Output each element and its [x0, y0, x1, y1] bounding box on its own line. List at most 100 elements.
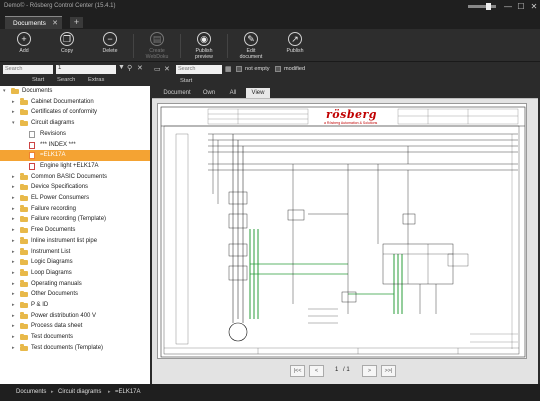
previous-page-button[interactable]: <	[309, 365, 324, 377]
tree-item[interactable]: ▸ Other Documents	[0, 289, 150, 300]
document-tab-strip: Documents ✕ +	[0, 14, 540, 29]
expand-icon[interactable]: ▸	[12, 172, 18, 183]
pin-icon[interactable]: ⚲	[127, 64, 132, 72]
breadcrumb-elk17a[interactable]: =ELK17A	[115, 389, 141, 395]
current-page[interactable]: 1	[335, 367, 338, 373]
tree-item[interactable]: ▸ Test documents	[0, 332, 150, 343]
tree-item[interactable]: ▸ Inline instrument list pipe	[0, 236, 150, 247]
tree-item[interactable]: ▸ Free Documents	[0, 225, 150, 236]
viewer-menu-icon[interactable]: ▭	[154, 65, 161, 73]
expand-icon[interactable]: ▸	[12, 257, 18, 268]
zoom-slider-knob[interactable]	[486, 3, 491, 10]
zoom-slider[interactable]	[468, 3, 496, 10]
expand-icon[interactable]: ▸	[12, 97, 18, 108]
not-empty-checkbox[interactable]	[236, 66, 242, 72]
add-tab-button[interactable]: +	[70, 17, 83, 28]
viewer-close-icon[interactable]: ✕	[164, 65, 170, 73]
tree-item[interactable]: ▸ Operating manuals	[0, 279, 150, 290]
viewer-start-tab[interactable]: Start	[180, 78, 192, 84]
close-button[interactable]: ✕	[529, 2, 539, 12]
tree-item[interactable]: Engine light +ELK17A	[0, 161, 150, 172]
tree-item[interactable]: ▸ Failure recording (Template)	[0, 214, 150, 225]
tab-close-icon[interactable]: ✕	[52, 19, 58, 27]
filter-icon[interactable]: ▼	[118, 64, 125, 71]
modified-checkbox[interactable]	[275, 66, 281, 72]
tree-item[interactable]: ▸ Process data sheet	[0, 321, 150, 332]
tab-all[interactable]: All	[224, 88, 242, 98]
copy-button[interactable]: ❐ Copy	[49, 32, 85, 54]
expand-icon[interactable]: ▸	[12, 268, 18, 279]
tree-item[interactable]: Revisions	[0, 129, 150, 140]
expand-icon[interactable]: ▸	[12, 225, 18, 236]
expand-icon[interactable]: ▸	[12, 311, 18, 322]
expand-icon[interactable]: ▸	[12, 289, 18, 300]
tree-item[interactable]: ▸ Device Specifications	[0, 182, 150, 193]
delete-button[interactable]: − Delete	[92, 32, 128, 54]
subtab-search[interactable]: Search	[57, 77, 75, 83]
breadcrumb-circuit-diagrams[interactable]: Circuit diagrams	[58, 389, 101, 395]
expand-icon[interactable]: ▸	[12, 204, 18, 215]
breadcrumb-documents[interactable]: Documents	[16, 389, 46, 395]
clear-filter-icon[interactable]: ✕	[137, 64, 143, 72]
expand-icon[interactable]: ▸	[12, 236, 18, 247]
publish-preview-button[interactable]: ◉ Publish preview	[186, 32, 222, 60]
tree-item[interactable]: ▾ Documents	[0, 86, 150, 97]
tree-item[interactable]: ▸ Cabinet Documentation	[0, 97, 150, 108]
expand-icon[interactable]: ▸	[12, 107, 18, 118]
title-bar: Demo© - Rösberg Control Center (15.4.1) …	[0, 0, 540, 14]
tree-item[interactable]: ▸ Test documents (Template)	[0, 343, 150, 354]
tab-own[interactable]: Own	[198, 88, 220, 98]
tree-item[interactable]: =ELK17A	[0, 150, 150, 161]
tab-document[interactable]: Document	[160, 88, 194, 98]
subtab-start[interactable]: Start	[32, 77, 44, 83]
tab-view[interactable]: View	[246, 88, 270, 98]
tree-item[interactable]: ▸ EL Power Consumers	[0, 193, 150, 204]
subtab-extras[interactable]: Extras	[88, 77, 104, 83]
minimize-button[interactable]: —	[503, 2, 513, 12]
next-page-button[interactable]: >	[362, 365, 377, 377]
expand-icon[interactable]: ▸	[12, 247, 18, 258]
circuit-diagram-sheet[interactable]: rösberg a Rösberg Automation & Solutions	[157, 103, 527, 359]
maximize-button[interactable]: ☐	[516, 2, 526, 12]
tree-item[interactable]: ▸ Logic Diagrams	[0, 257, 150, 268]
collapse-icon[interactable]: ▾	[12, 118, 18, 129]
edit-document-button[interactable]: ✎ Edit document	[233, 32, 269, 60]
viewer-filter-icon[interactable]: ▦	[225, 65, 232, 73]
tab-documents[interactable]: Documents ✕	[5, 16, 62, 29]
add-button[interactable]: + Add	[6, 32, 42, 54]
expand-icon[interactable]: ▸	[12, 332, 18, 343]
tree-search-bar: Search 1 ▼ ⚲ ✕	[0, 62, 150, 76]
edit-document-label-2: document	[239, 54, 263, 60]
tree-search-input[interactable]: Search	[3, 65, 53, 74]
breadcrumb-separator-icon: ▸	[108, 389, 111, 395]
tree-item[interactable]: ▸ Loop Diagrams	[0, 268, 150, 279]
tree-item[interactable]: ▸ Common BASIC Documents	[0, 172, 150, 183]
tree-item[interactable]: ▾ Circuit diagrams	[0, 118, 150, 129]
tree-item[interactable]: ▸ Instrument List	[0, 247, 150, 258]
collapse-icon[interactable]: ▾	[3, 86, 9, 97]
tree-item[interactable]: ▸ Power distribution 400 V	[0, 311, 150, 322]
publish-button[interactable]: ↗ Publish	[277, 32, 313, 54]
document-tree: ▾ Documents ▸ Cabinet Documentation ▸ Certifi…	[0, 86, 150, 384]
first-page-button[interactable]: |<<	[290, 365, 305, 377]
navigation-panel: Search 1 ▼ ⚲ ✕ Start Search Extras ▾ Docu…	[0, 62, 150, 384]
tree-item[interactable]: *** INDEX ***	[0, 140, 150, 151]
delete-button-label: Delete	[102, 48, 118, 54]
expand-icon[interactable]: ▸	[12, 300, 18, 311]
tree-item[interactable]: ▸ P & ID	[0, 300, 150, 311]
expand-icon[interactable]: ▸	[12, 343, 18, 354]
folder-icon	[20, 237, 28, 244]
expand-icon[interactable]: ▸	[12, 279, 18, 290]
last-page-button[interactable]: >>|	[381, 365, 396, 377]
create-webdoku-button[interactable]: ▤ Create WebDoku	[139, 32, 175, 60]
expand-icon[interactable]: ▸	[12, 214, 18, 225]
viewer-search-input[interactable]: Search	[176, 65, 222, 74]
tree-filter-input[interactable]: 1	[56, 65, 116, 74]
expand-icon[interactable]: ▸	[12, 193, 18, 204]
tree-item[interactable]: ▸ Failure recording	[0, 204, 150, 215]
document-icon	[29, 152, 35, 160]
tree-item[interactable]: ▸ Certificates of conformity	[0, 107, 150, 118]
expand-icon[interactable]: ▸	[12, 321, 18, 332]
document-canvas[interactable]: rösberg a Rösberg Automation & Solutions…	[152, 98, 538, 384]
expand-icon[interactable]: ▸	[12, 182, 18, 193]
